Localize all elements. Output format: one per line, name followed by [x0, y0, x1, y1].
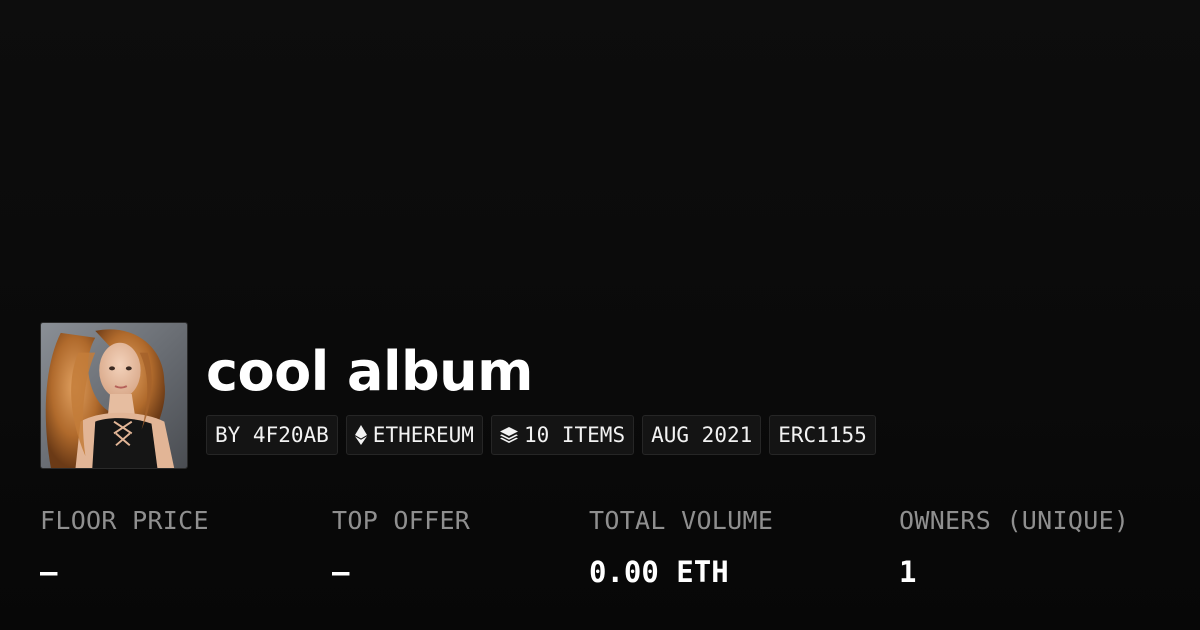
top-offer-value: —: [332, 555, 350, 589]
total-volume-value: 0.00 ETH: [589, 555, 729, 589]
items-chip[interactable]: 10 ITEMS: [490, 415, 635, 455]
layers-icon: [499, 427, 518, 443]
date-chip-label: AUG 2021: [651, 423, 753, 447]
floor-price-label: FLOOR PRICE: [40, 506, 209, 535]
creator-chip[interactable]: BY 4F20AB: [206, 415, 338, 455]
owners-label: OWNERS (UNIQUE): [899, 506, 1130, 535]
chain-chip-label: ETHEREUM: [372, 423, 474, 447]
total-volume-stat: TOTAL VOLUME 0.00 ETH: [589, 503, 773, 590]
owners-stat: OWNERS (UNIQUE) 1: [899, 503, 1129, 590]
floor-price-value: —: [40, 555, 58, 589]
standard-chip-label: ERC1155: [778, 423, 867, 447]
creator-chip-label: BY 4F20AB: [215, 423, 329, 447]
floor-price-stat: FLOOR PRICE —: [40, 503, 209, 590]
collection-title: cool album: [206, 340, 533, 403]
collection-avatar: [40, 322, 188, 469]
top-offer-label: TOP OFFER: [332, 506, 471, 535]
avatar-portrait-image: [41, 323, 187, 468]
chain-chip[interactable]: ETHEREUM: [345, 415, 483, 455]
top-offer-stat: TOP OFFER —: [332, 503, 470, 590]
date-chip: AUG 2021: [642, 415, 762, 455]
standard-chip: ERC1155: [769, 415, 876, 455]
owners-value: 1: [899, 555, 917, 589]
ethereum-icon: [354, 425, 367, 445]
collection-chips: BY 4F20AB ETHEREUM 10 ITEMS AUG 2021 ERC…: [206, 415, 876, 455]
total-volume-label: TOTAL VOLUME: [589, 506, 774, 535]
items-chip-label: 10 ITEMS: [523, 423, 626, 447]
